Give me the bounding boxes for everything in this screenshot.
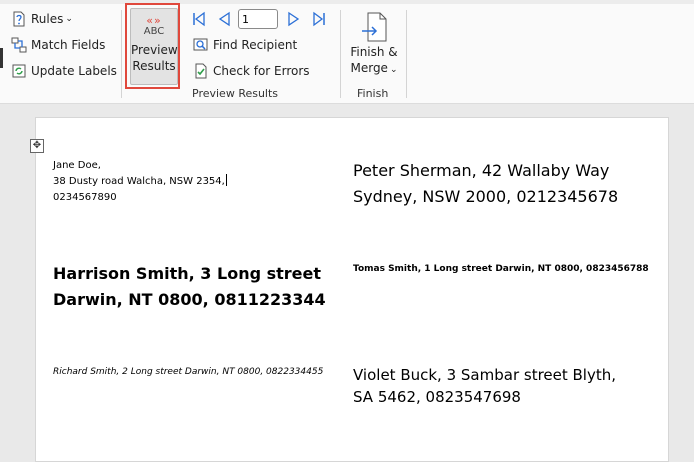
update-labels-label: Update Labels (31, 64, 117, 78)
finish-label-line2: Merge (350, 61, 388, 75)
update-labels-icon (12, 64, 26, 78)
match-fields-button[interactable]: Match Fields (11, 37, 105, 53)
preview-results-group-label: Preview Results (192, 87, 279, 100)
rules-button[interactable]: Rules ⌄ (11, 11, 73, 27)
rules-label: Rules (31, 12, 64, 26)
highlight-outline (125, 3, 180, 89)
finish-merge-icon (362, 12, 387, 42)
label-line: Harrison Smith, 3 Long street (53, 264, 322, 283)
rules-icon (13, 11, 25, 27)
label-cell[interactable]: Violet Buck, 3 Sambar street Blyth, SA 5… (353, 364, 616, 408)
group-separator (121, 10, 122, 98)
finish-label-line1: Finish & (350, 45, 398, 59)
label-line: Tomas Smith, 1 Long street Darwin, NT 08… (353, 264, 649, 274)
label-cell[interactable]: Jane Doe, 38 Dusty road Walcha, NSW 2354… (53, 158, 227, 206)
label-line: Jane Doe, (53, 160, 101, 171)
label-cell[interactable]: Tomas Smith, 1 Long street Darwin, NT 08… (353, 262, 649, 276)
match-fields-icon (11, 37, 27, 53)
record-number-input[interactable]: 1 (238, 9, 278, 29)
label-line: Sydney, NSW 2000, 0212345678 (353, 187, 619, 206)
finish-merge-button[interactable]: Finish & Merge ⌄ (348, 12, 400, 78)
update-labels-button[interactable]: Update Labels (11, 63, 117, 79)
label-line: SA 5462, 0823547698 (353, 388, 521, 406)
text-cursor (225, 174, 227, 186)
label-line: Peter Sherman, 42 Wallaby Way (353, 161, 610, 180)
ribbon-top-edge (0, 0, 694, 4)
group-separator (340, 10, 341, 98)
ribbon: Rules ⌄ Match Fields Update Labels «» AB… (0, 0, 694, 104)
label-cell[interactable]: Peter Sherman, 42 Wallaby Way Sydney, NS… (353, 158, 618, 210)
chevron-down-icon: ⌄ (65, 14, 73, 24)
scroll-marker (0, 48, 3, 68)
check-errors-label: Check for Errors (213, 64, 310, 78)
match-fields-label: Match Fields (31, 38, 106, 52)
check-errors-button[interactable]: Check for Errors (193, 63, 310, 79)
move-handle-icon[interactable]: ✥ (30, 139, 44, 153)
label-cell[interactable]: Harrison Smith, 3 Long street Darwin, NT… (53, 261, 326, 313)
chevron-down-icon: ⌄ (389, 65, 398, 75)
group-separator (406, 10, 407, 98)
first-record-icon[interactable] (192, 11, 206, 27)
find-recipient-label: Find Recipient (213, 38, 298, 52)
label-line: Darwin, NT 0800, 0811223344 (53, 290, 326, 309)
label-line: Violet Buck, 3 Sambar street Blyth, (353, 366, 617, 384)
previous-record-icon[interactable] (218, 11, 230, 27)
finish-group-label: Finish (357, 87, 389, 100)
label-cell[interactable]: Richard Smith, 2 Long street Darwin, NT … (53, 365, 323, 379)
label-line: 38 Dusty road Walcha, NSW 2354, (53, 176, 225, 187)
next-record-icon[interactable] (288, 11, 300, 27)
find-recipient-icon (193, 38, 208, 51)
check-errors-icon (195, 63, 207, 79)
label-line: 0234567890 (53, 192, 117, 203)
find-recipient-button[interactable]: Find Recipient (193, 37, 297, 53)
label-line: Richard Smith, 2 Long street Darwin, NT … (53, 367, 324, 377)
last-record-icon[interactable] (312, 11, 326, 27)
